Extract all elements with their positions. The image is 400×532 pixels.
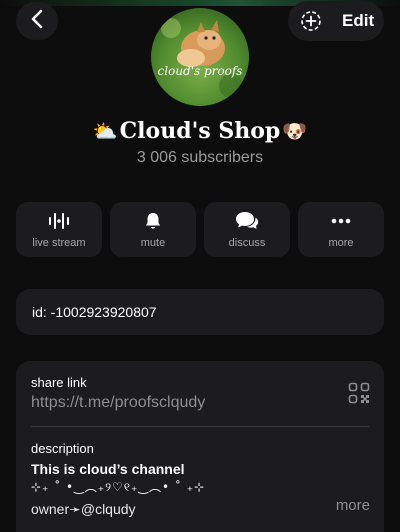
qr-code-icon[interactable] [348,382,370,409]
discuss-label: discuss [228,237,266,249]
chevron-left-icon [30,9,44,34]
channel-id-row[interactable]: id: -1002923920807 [16,289,384,335]
ellipsis-icon [330,211,352,231]
channel-avatar[interactable]: cloud's proofs [151,8,249,106]
live-stream-icon [48,211,70,231]
mute-button[interactable]: mute [110,202,196,257]
share-link-label: share link [31,375,87,390]
add-story-icon[interactable] [300,10,322,32]
channel-title: ⛅ Cloud's Shop 🐶 [0,118,400,144]
description-line-2: ⊹₊ ˚ •‿︵₊୨♡୧₊‿︵• ˚ ₊⊹ [31,480,206,494]
header-actions: Edit [288,1,384,41]
discuss-button[interactable]: discuss [204,202,290,257]
live-stream-button[interactable]: live stream [16,202,102,257]
live-stream-label: live stream [32,237,86,249]
description-line-3[interactable]: owner➛@clqudy [31,501,136,518]
subscriber-count: 3 006 subscribers [136,149,264,166]
bell-icon [143,211,163,231]
edit-button[interactable]: Edit [342,11,374,31]
share-link-value[interactable]: https://t.me/proofsclqudy [31,394,205,412]
cloud-emoji-icon: ⛅ [92,119,118,143]
chat-bubbles-icon [235,211,259,231]
more-actions-label: more [328,237,354,249]
description-line-1: This is cloud’s channel [31,461,185,477]
dog-emoji-icon: 🐶 [282,119,308,143]
description-more-button[interactable]: more [316,497,384,521]
description-label: description [31,441,94,456]
channel-info-card: share link https://t.me/proofsclqudy des… [16,361,384,532]
info-divider [31,426,369,427]
more-actions-button[interactable]: more [298,202,384,257]
action-bar: live stream mute discuss more [16,202,384,257]
channel-name: Cloud's Shop [119,118,281,144]
channel-id-text: id: -1002923920807 [32,304,157,320]
back-button[interactable] [16,2,58,40]
mute-label: mute [140,237,166,249]
avatar-caption: cloud's proofs [157,64,243,78]
